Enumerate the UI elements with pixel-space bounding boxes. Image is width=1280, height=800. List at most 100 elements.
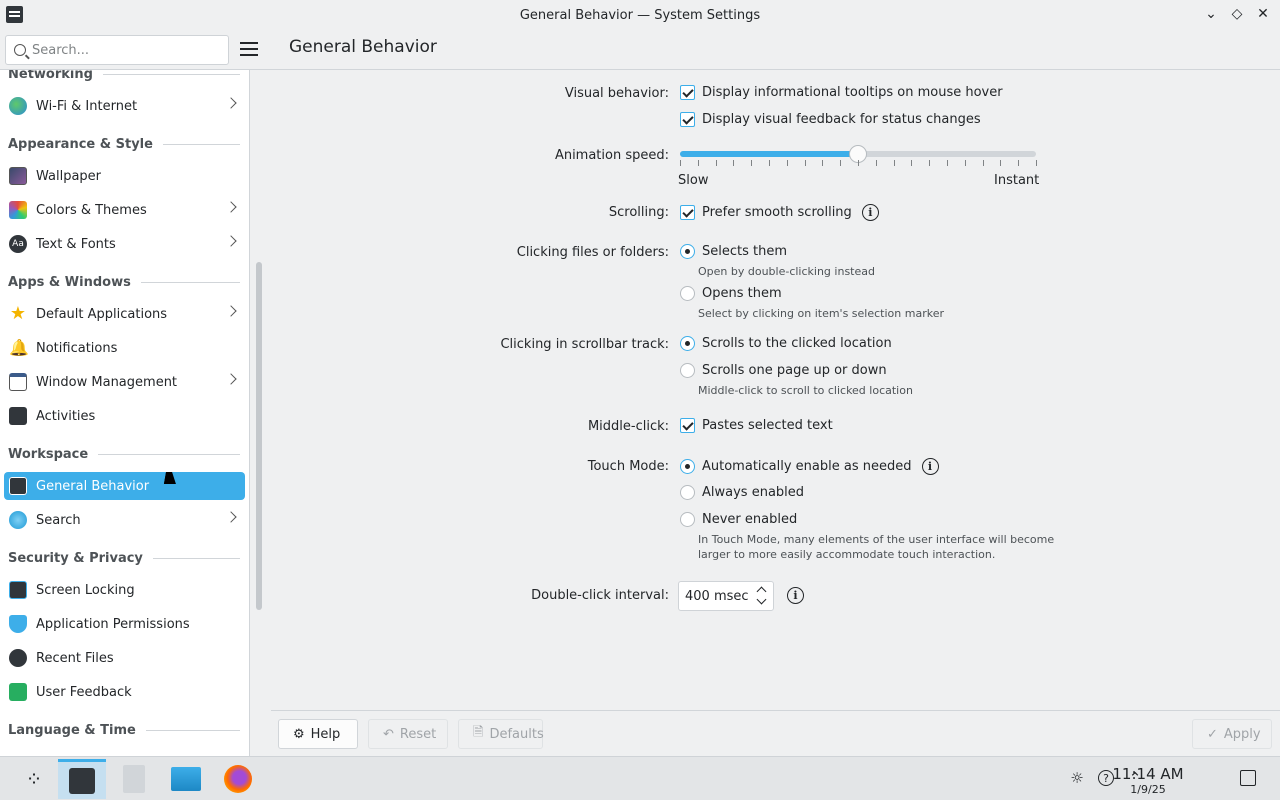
maximize-button[interactable]: ◇ [1228, 4, 1246, 24]
slider-tick [733, 160, 735, 166]
system-settings-app-icon[interactable] [6, 6, 23, 23]
sidebar-item-activities[interactable]: Activities [4, 402, 245, 430]
decrement-arrow-icon[interactable] [756, 594, 767, 605]
defaults-button[interactable]: 🗎 Defaults [458, 719, 544, 749]
slider-tick [769, 160, 770, 166]
slider-tick [751, 160, 753, 166]
middle-click-label: Middle-click: [587, 419, 669, 434]
system-settings-icon [69, 767, 95, 794]
slider-ticks [680, 160, 1037, 166]
star-icon: ★ [9, 303, 27, 324]
window-icon [9, 373, 27, 391]
smooth-scrolling-checkbox[interactable]: Prefer smooth scrolling i [680, 204, 879, 221]
opens-them-radio[interactable]: Opens them [680, 286, 782, 301]
touch-auto-radio[interactable]: Automatically enable as needed i [680, 458, 939, 475]
show-desktop-icon[interactable] [1240, 770, 1256, 786]
animation-speed-slider[interactable] [680, 145, 1036, 163]
info-icon[interactable]: i [861, 204, 879, 221]
slider-tick [840, 160, 842, 166]
sidebar-item-screen-locking[interactable]: Screen Locking [4, 576, 245, 604]
section-language-time: Language & Time [8, 723, 240, 738]
slider-tick [947, 160, 948, 166]
help-button[interactable]: ⚙ Help [278, 719, 358, 749]
sidebar-item-wallpaper[interactable]: Wallpaper [4, 162, 245, 190]
slider-min-label: Slow [678, 173, 709, 188]
slider-tick [875, 160, 877, 166]
touch-always-radio[interactable]: Always enabled [680, 485, 804, 500]
info-icon[interactable]: i [921, 458, 939, 475]
touch-never-radio[interactable]: Never enabled [680, 512, 797, 527]
close-button[interactable]: ✕ [1254, 4, 1272, 24]
checkmark-icon: ✓ [1207, 726, 1218, 742]
sidebar-item-application-permissions[interactable]: Application Permissions [4, 610, 245, 638]
section-workspace: Workspace [8, 447, 240, 462]
search-input[interactable] [32, 42, 212, 58]
info-icon[interactable]: i [787, 587, 804, 604]
slider-tick [804, 160, 806, 166]
sidebar-item-default-applications[interactable]: ★ Default Applications [4, 300, 245, 328]
selects-them-radio[interactable]: Selects them [680, 244, 787, 259]
sidebar-item-recent-files[interactable]: Recent Files [4, 644, 245, 672]
scrolls-one-page-radio[interactable]: Scrolls one page up or down [680, 363, 887, 378]
search-magnifier-icon [9, 511, 27, 529]
search-field[interactable] [5, 35, 229, 65]
slider-tick [786, 160, 788, 166]
color-palette-icon [9, 201, 27, 219]
visual-feedback-checkbox[interactable]: Display visual feedback for status chang… [680, 112, 981, 127]
slider-max-label: Instant [994, 173, 1040, 188]
hamburger-menu-button[interactable] [240, 42, 258, 56]
sidebar-item-search[interactable]: Search [4, 506, 245, 534]
taskbar-system-settings[interactable] [58, 759, 106, 799]
digital-clock[interactable]: 11:14 AM 1/9/25 [1108, 765, 1188, 796]
slider-tick [858, 160, 859, 166]
scrolling-label: Scrolling: [608, 205, 669, 220]
clock-icon [9, 649, 27, 667]
sidebar-item-general-behavior[interactable]: General Behavior [4, 472, 245, 500]
sidebar: Networking Wi-Fi & Internet Appearance &… [0, 70, 250, 756]
slider-fill [680, 151, 858, 157]
section-apps-windows: Apps & Windows [8, 275, 240, 290]
paste-selected-text-checkbox[interactable]: Pastes selected text [680, 418, 833, 433]
tooltips-checkbox[interactable]: Display informational tooltips on mouse … [680, 85, 1003, 100]
sidebar-item-wifi[interactable]: Wi-Fi & Internet [4, 92, 245, 120]
touch-mode-label: Touch Mode: [587, 459, 669, 474]
chevron-right-icon [225, 373, 237, 385]
touch-mode-hint-1: In Touch Mode, many elements of the user… [698, 533, 1055, 546]
double-click-interval-spinbox[interactable]: 400 msec [678, 581, 774, 611]
brightness-icon[interactable]: ☼ [1068, 769, 1086, 787]
taskbar: ⁘ ☼ ? ⌃ 11:14 AM 1/9/25 [0, 756, 1280, 800]
slider-tick [822, 160, 824, 166]
minimize-button[interactable]: ⌄ [1202, 4, 1220, 24]
section-appearance: Appearance & Style [8, 137, 240, 152]
slider-tick [1000, 160, 1002, 166]
sidebar-item-notifications[interactable]: 🔔 Notifications [4, 334, 245, 362]
sidebar-item-window-management[interactable]: Window Management [4, 368, 245, 396]
wallpaper-icon [9, 167, 27, 185]
scrolls-one-page-hint: Middle-click to scroll to clicked locati… [698, 384, 913, 397]
taskbar-dolphin[interactable] [162, 759, 210, 799]
lock-screen-icon [9, 581, 27, 599]
sidebar-item-text-fonts[interactable]: Aa Text & Fonts [4, 230, 245, 258]
double-click-label: Double-click interval: [531, 588, 669, 603]
application-launcher-button[interactable]: ⁘ [10, 759, 58, 799]
section-networking: Networking [8, 70, 240, 82]
slider-tick [911, 160, 913, 166]
folder-icon [171, 767, 201, 791]
slider-tick [1036, 160, 1037, 166]
sidebar-item-colors-themes[interactable]: Colors & Themes [4, 196, 245, 224]
window-titlebar: General Behavior — System Settings ⌄ ◇ ✕ [0, 0, 1280, 30]
sidebar-item-user-feedback[interactable]: User Feedback [4, 678, 245, 706]
visual-behavior-label: Visual behavior: [564, 86, 669, 101]
sidebar-scrollbar[interactable] [256, 262, 262, 610]
chevron-right-icon [225, 305, 237, 317]
slider-tick [697, 160, 699, 166]
apply-button[interactable]: ✓ Apply [1192, 719, 1272, 749]
scrolls-to-location-radio[interactable]: Scrolls to the clicked location [680, 336, 892, 351]
general-behavior-icon [9, 477, 27, 495]
chevron-right-icon [225, 511, 237, 523]
slider-tick [964, 160, 966, 166]
section-security-privacy: Security & Privacy [8, 551, 240, 566]
reset-button[interactable]: ↶ Reset [368, 719, 448, 749]
taskbar-files[interactable] [110, 759, 158, 799]
taskbar-firefox[interactable] [214, 759, 262, 799]
